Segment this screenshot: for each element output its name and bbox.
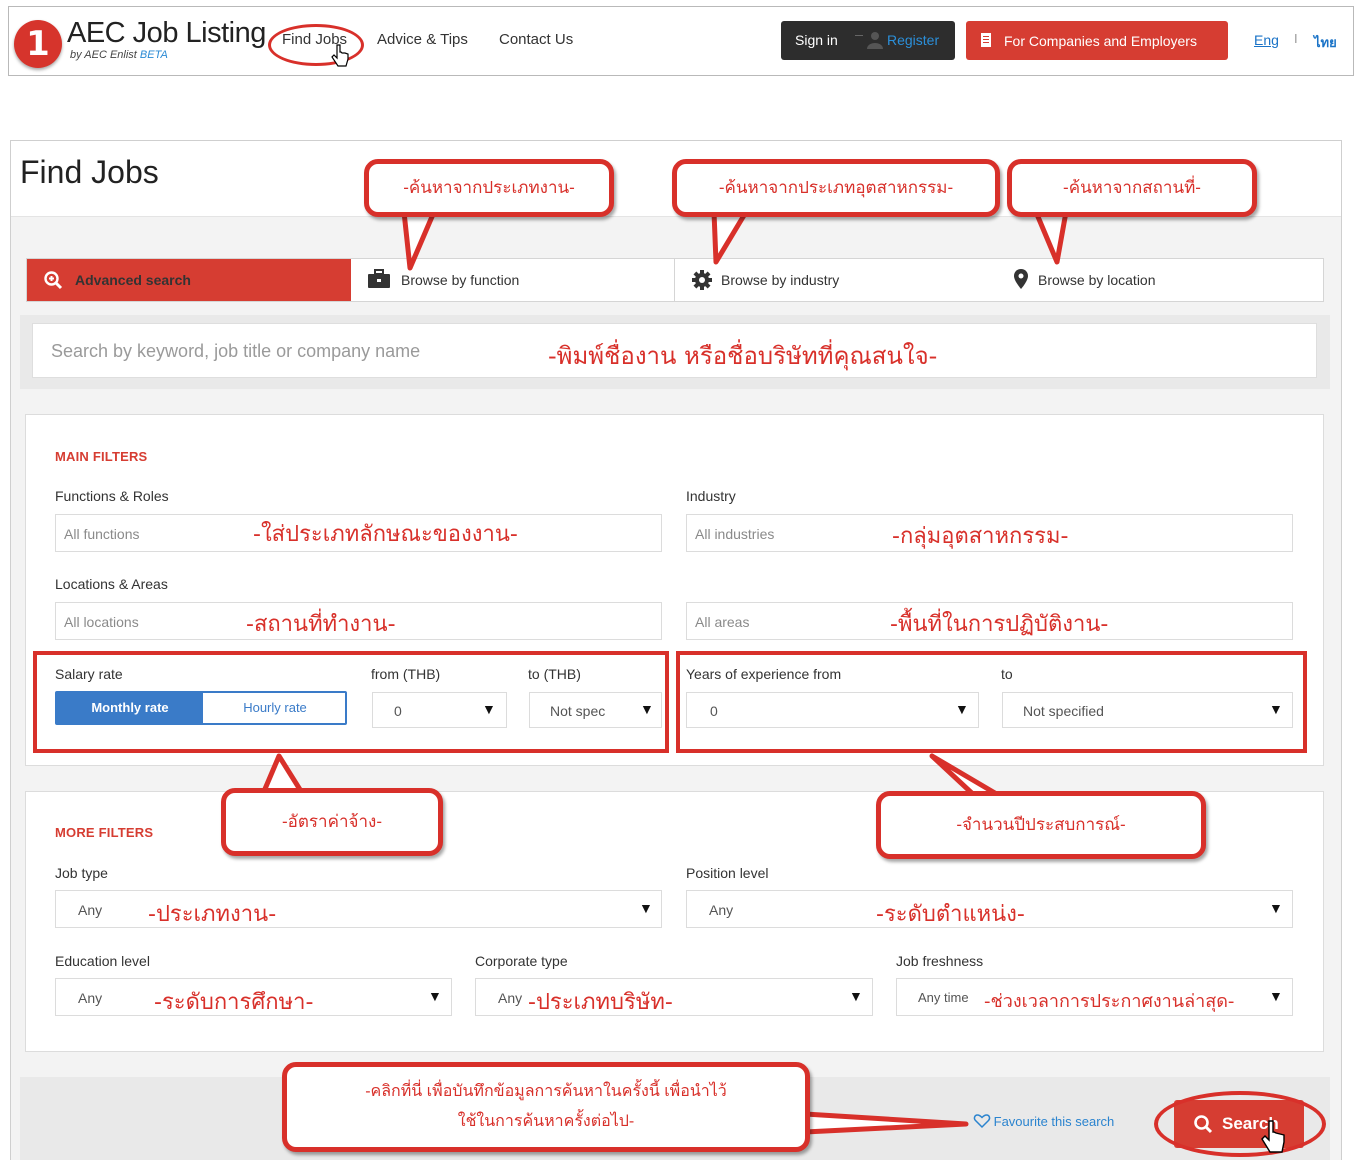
callout-browse-industry: -ค้นหาจากประเภทอุตสาหกรรม- bbox=[672, 159, 1000, 217]
note-industry: -กลุ่มอุตสาหกรรม- bbox=[892, 524, 1069, 549]
callout-experience: -จำนวนปีประสบการณ์- bbox=[876, 791, 1206, 859]
callout-salary: -อัตราค่าจ้าง- bbox=[221, 788, 443, 856]
note-job-type: -ประเภทงาน- bbox=[148, 902, 277, 927]
callout-favourite: -คลิกที่นี่ เพื่อบันทึกข้อมูลการค้นหาในค… bbox=[282, 1062, 810, 1152]
note-freshness: -ช่วงเวลาการประกาศงานล่าสุด- bbox=[984, 991, 1235, 1012]
note-functions: -ใส่ประเภทลักษณะของงาน- bbox=[253, 522, 518, 547]
note-position: -ระดับตำแหน่ง- bbox=[876, 902, 1025, 927]
note-education: -ระดับการศึกษา- bbox=[154, 990, 314, 1015]
note-corporate: -ประเภทบริษัท- bbox=[528, 990, 673, 1015]
note-area: -พื้นที่ในการปฏิบัติงาน- bbox=[890, 612, 1109, 637]
callout-browse-function: -ค้นหาจากประเภทงาน- bbox=[364, 159, 614, 217]
note-location: -สถานที่ทำงาน- bbox=[246, 612, 396, 637]
callout-browse-location: -ค้นหาจากสถานที่- bbox=[1007, 159, 1257, 217]
note-keyword: -พิมพ์ชื่องาน หรือชื่อบริษัทที่คุณสนใจ- bbox=[548, 342, 938, 370]
callout-favourite-line1: -คลิกที่นี่ เพื่อบันทึกข้อมูลการค้นหาในค… bbox=[365, 1083, 727, 1100]
callout-favourite-line2: ใช้ในการค้นหาครั้งต่อไป- bbox=[457, 1113, 635, 1130]
